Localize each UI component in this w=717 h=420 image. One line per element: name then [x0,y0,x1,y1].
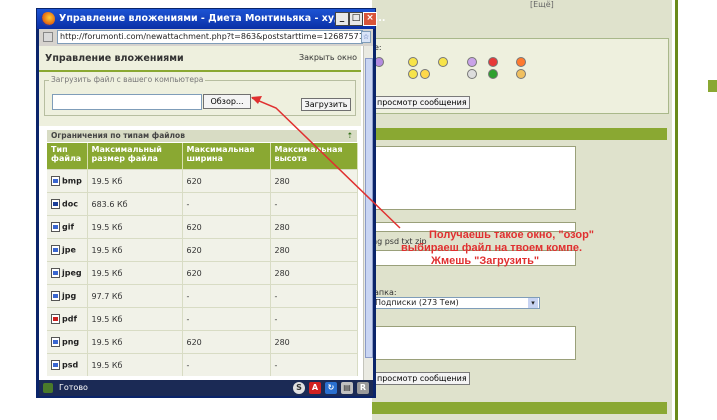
annotation-arrow [251,96,401,229]
annotation-line-2: выбираеш файл на твоем компе. [401,242,583,254]
annotation-text: Получаешь такое окно, "озор" выбираеш фа… [401,229,631,268]
annotation-line-3: Жмешь "Загрузить" [431,255,540,267]
annotation-line-1: Получаешь такое окно, "озор" [429,229,595,241]
arrow-head [251,96,262,104]
arrow-line [251,97,401,229]
